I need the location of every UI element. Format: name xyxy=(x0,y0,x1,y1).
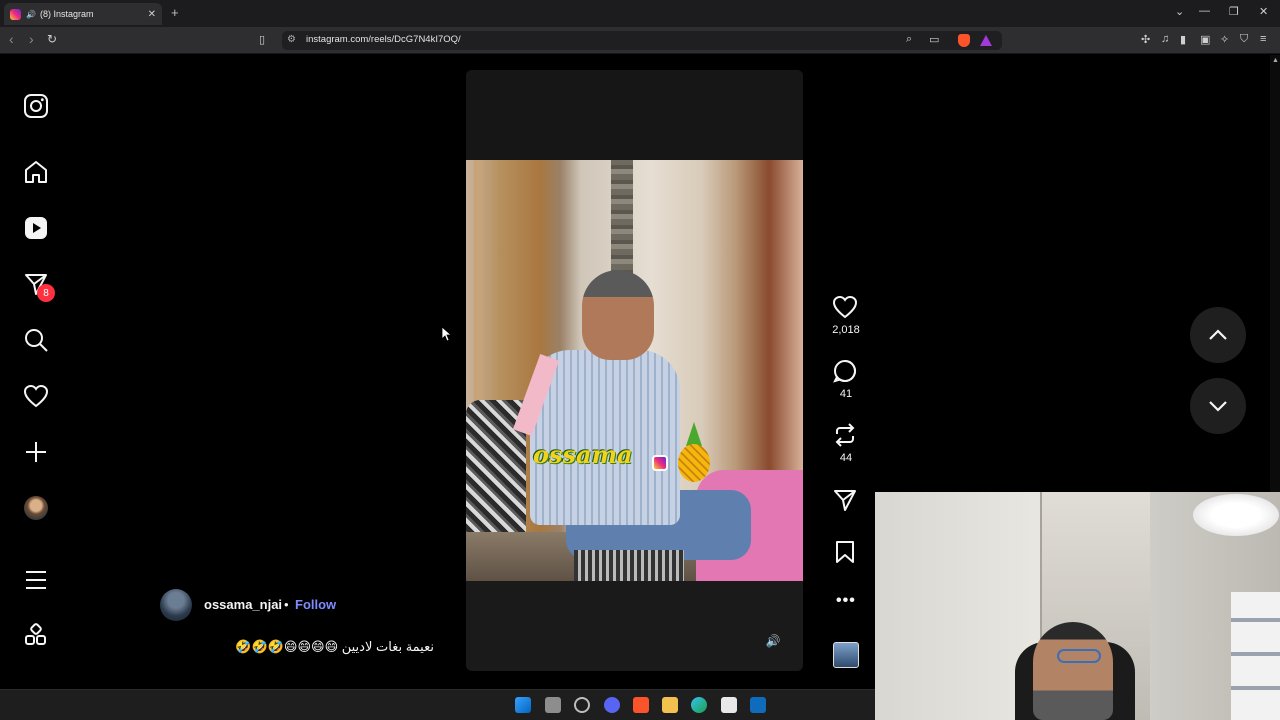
messages-badge: 8 xyxy=(37,284,55,302)
address-toolbar: ‹ › ↻ ▯ ⚙ instagram.com/reels/DcG7N4kI7O… xyxy=(0,27,1280,54)
zoom-icon[interactable]: ⌕ xyxy=(906,33,912,46)
notifications-heart-icon[interactable] xyxy=(23,383,49,409)
audio-thumbnail[interactable] xyxy=(833,642,859,668)
vpn-icon[interactable]: ⛉ xyxy=(1240,33,1248,46)
webcam-glasses xyxy=(1057,649,1101,663)
restore-button[interactable]: ❐ xyxy=(1229,5,1239,18)
brave-browser-icon[interactable] xyxy=(633,697,649,713)
create-plus-icon[interactable] xyxy=(23,439,49,465)
windows-start-icon[interactable] xyxy=(515,697,531,713)
share-icon[interactable] xyxy=(832,487,860,513)
sidebar-toggle-icon[interactable]: ▮ xyxy=(1180,33,1186,46)
webcam-ceiling-light xyxy=(1193,494,1279,536)
webcam-overlay xyxy=(875,492,1280,720)
browser-tab-instagram[interactable]: 🔊 (8) Instagram ✕ xyxy=(4,3,162,25)
comment-icon[interactable] xyxy=(832,358,860,384)
comment-count: 41 xyxy=(839,388,853,400)
browser-tab-strip: 🔊 (8) Instagram ✕ + ⌄ — ❐ ✕ xyxy=(0,0,1280,27)
windows-taskbar xyxy=(0,689,875,720)
outlook-icon[interactable] xyxy=(750,697,766,713)
minimize-button[interactable]: — xyxy=(1199,5,1210,17)
watermark-logo: ossama xyxy=(533,440,633,469)
tab-title: (8) Instagram xyxy=(39,9,94,19)
instagram-favicon-icon xyxy=(10,8,21,20)
previous-reel-button[interactable] xyxy=(1190,307,1246,363)
speaker-icon[interactable]: 🔊 xyxy=(26,10,36,19)
follow-button[interactable]: Follow xyxy=(295,597,336,612)
instagram-icon[interactable] xyxy=(23,93,49,119)
new-tab-button[interactable]: + xyxy=(171,5,179,20)
webcam-person xyxy=(1033,622,1113,720)
leo-ai-icon[interactable]: ✧ xyxy=(1220,33,1229,46)
scene-person-head xyxy=(582,270,654,360)
more-menu-icon[interactable] xyxy=(23,567,49,593)
repost-icon[interactable] xyxy=(832,422,860,448)
scroll-up-arrow-icon[interactable]: ▲ xyxy=(1272,57,1279,64)
close-window-button[interactable]: ✕ xyxy=(1259,5,1268,18)
brave-shields-icon[interactable] xyxy=(958,34,970,47)
reel-caption[interactable]: نعيمة بغات لاديين 😄😄😄😄🤣🤣🤣 xyxy=(193,639,434,655)
chevron-down-icon xyxy=(1209,401,1227,412)
extensions-icon[interactable]: ✣ xyxy=(1141,33,1150,46)
url-bar[interactable]: ⚙ instagram.com/reels/DcG7N4kI7OQ/ xyxy=(282,31,1002,50)
more-options-icon[interactable]: ••• xyxy=(836,592,856,610)
task-view-icon[interactable] xyxy=(545,697,561,713)
back-icon[interactable]: ‹ xyxy=(9,31,14,47)
webcam-shelf xyxy=(1231,592,1280,720)
author-username[interactable]: ossama_njai xyxy=(204,597,282,612)
like-icon[interactable] xyxy=(832,294,860,320)
forward-icon[interactable]: › xyxy=(29,31,34,47)
chrome-style-icon[interactable] xyxy=(574,697,590,713)
author-avatar[interactable] xyxy=(160,589,192,621)
home-icon[interactable] xyxy=(23,159,49,185)
url-text: instagram.com/reels/DcG7N4kI7OQ/ xyxy=(306,34,461,45)
repost-count: 44 xyxy=(839,452,853,464)
tab-close-icon[interactable]: ✕ xyxy=(148,9,156,20)
pineapple-sticker xyxy=(674,422,714,482)
watermark-instagram-icon xyxy=(652,455,668,471)
also-from-meta-icon[interactable] xyxy=(23,623,49,649)
volume-icon[interactable]: 🔊 xyxy=(762,630,784,652)
file-explorer-icon[interactable] xyxy=(662,697,678,713)
profile-avatar[interactable] xyxy=(24,496,48,520)
reel-video-frame[interactable]: ossama xyxy=(466,160,803,581)
discord-icon[interactable] xyxy=(604,697,620,713)
site-info-icon[interactable]: ⚙ xyxy=(287,34,296,45)
search-icon[interactable] xyxy=(23,327,49,353)
bookmark-icon[interactable]: ▯ xyxy=(259,33,265,46)
like-count: 2,018 xyxy=(832,324,860,336)
save-bookmark-icon[interactable] xyxy=(832,539,860,565)
reels-icon[interactable] xyxy=(23,215,49,241)
brave-rewards-icon[interactable] xyxy=(980,35,992,46)
store-icon[interactable] xyxy=(721,697,737,713)
chevron-up-icon xyxy=(1209,329,1227,340)
reload-icon[interactable]: ↻ xyxy=(47,32,57,46)
reel-letterbox-top xyxy=(466,70,803,160)
author-separator: • xyxy=(284,597,289,612)
edge-icon[interactable] xyxy=(691,697,707,713)
cast-icon[interactable]: ▭ xyxy=(929,33,939,46)
mouse-cursor-icon xyxy=(442,327,452,342)
media-icon[interactable]: ♫ xyxy=(1161,33,1169,45)
next-reel-button[interactable] xyxy=(1190,378,1246,434)
menu-icon[interactable]: ≡ xyxy=(1260,33,1266,45)
scene-cushion xyxy=(574,550,684,581)
tab-search-dropdown-icon[interactable]: ⌄ xyxy=(1175,5,1184,18)
left-sidebar: 8 xyxy=(0,55,72,689)
wallet-icon[interactable]: ▣ xyxy=(1200,33,1210,46)
reel-video-player[interactable]: ossama 🔊 xyxy=(466,70,803,671)
